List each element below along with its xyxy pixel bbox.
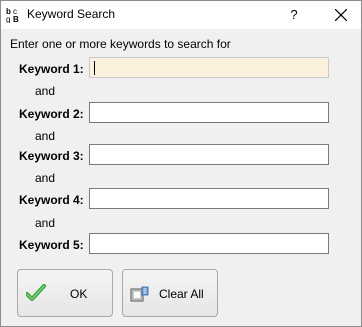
ok-label: OK — [70, 287, 88, 301]
help-button[interactable]: ? — [279, 1, 309, 29]
svg-text:B: B — [13, 15, 19, 23]
and-connector-1: and — [35, 84, 56, 98]
checkmark-icon — [25, 284, 46, 305]
clear-icon — [130, 285, 150, 306]
keyword-2-input[interactable] — [89, 102, 329, 123]
ok-button[interactable]: OK — [17, 269, 113, 317]
intro-text: Enter one or more keywords to search for — [10, 37, 231, 51]
window-title: Keyword Search — [27, 7, 116, 21]
keyword-3-input[interactable] — [89, 144, 329, 165]
app-icon: b c g B — [6, 6, 22, 24]
clear-all-label: Clear All — [159, 287, 204, 301]
close-button[interactable] — [321, 1, 361, 29]
keyword-search-dialog: b c g B Keyword Search ? Enter one or mo… — [0, 0, 362, 327]
clear-all-button[interactable]: Clear All — [122, 269, 218, 317]
text-caret — [94, 61, 95, 75]
keyword-3-label: Keyword 3: — [19, 149, 84, 163]
close-icon — [335, 9, 347, 21]
keyword-4-label: Keyword 4: — [19, 193, 84, 207]
keyword-4-input[interactable] — [89, 188, 329, 209]
keyword-5-label: Keyword 5: — [19, 238, 84, 252]
keyword-1-input[interactable] — [89, 57, 329, 78]
and-connector-2: and — [35, 129, 56, 143]
and-connector-3: and — [35, 171, 56, 185]
keyword-1-label: Keyword 1: — [19, 62, 84, 76]
title-bar: b c g B Keyword Search ? — [1, 1, 361, 29]
keyword-5-input[interactable] — [89, 233, 329, 254]
keyword-2-label: Keyword 2: — [19, 107, 84, 121]
svg-text:g: g — [6, 15, 10, 23]
and-connector-4: and — [35, 216, 56, 230]
